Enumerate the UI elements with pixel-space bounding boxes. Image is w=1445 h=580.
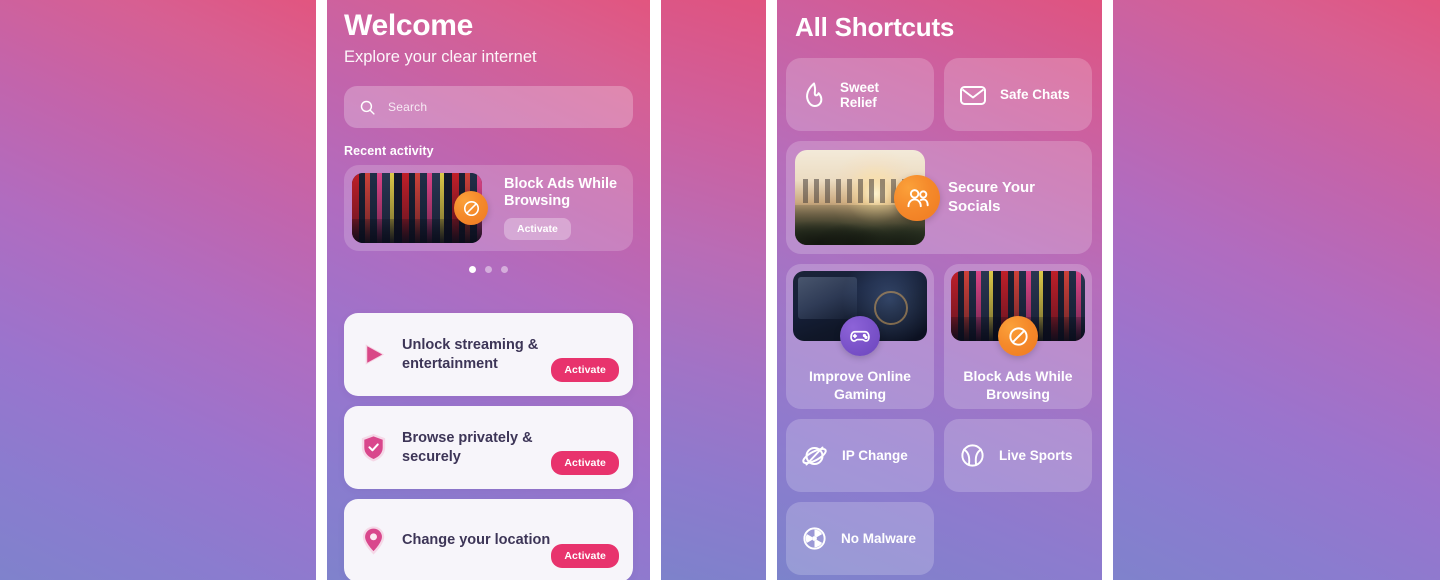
screenshot-stage: Welcome Explore your clear internet Sear… — [0, 0, 1445, 580]
tile-label: Secure Your Socials — [948, 178, 1035, 215]
radiation-icon — [801, 525, 828, 552]
list-item-privacy[interactable]: Browse privately & securely Activate — [344, 406, 633, 490]
tile-label: Safe Chats — [1000, 87, 1070, 102]
carousel-dot-1[interactable] — [469, 266, 476, 274]
tile-label: Block Ads While Browsing — [963, 368, 1073, 402]
tile-label: Sweet Relief — [840, 79, 880, 110]
tile-ip-change[interactable]: IP Change — [786, 419, 934, 492]
home-screen: Welcome Explore your clear internet Sear… — [327, 0, 650, 580]
globe-slash-icon — [801, 443, 829, 469]
flame-icon — [801, 81, 827, 109]
tile-label: IP Change — [842, 448, 908, 463]
list-item-label: Unlock streaming & entertainment — [402, 337, 539, 372]
tile-sweet-relief[interactable]: Sweet Relief — [786, 58, 934, 131]
list-item-streaming[interactable]: Unlock streaming & entertainment Activat… — [344, 313, 633, 397]
location-pin-icon — [357, 525, 390, 556]
carousel-dots[interactable] — [344, 266, 633, 274]
people-icon — [894, 175, 940, 221]
block-circle-icon — [454, 191, 488, 226]
tile-live-sports[interactable]: Live Sports — [944, 419, 1092, 492]
envelope-icon — [959, 83, 987, 107]
activate-button[interactable]: Activate — [551, 358, 619, 383]
shortcut-list: Unlock streaming & entertainment Activat… — [344, 313, 633, 580]
panel-divider-4 — [1102, 0, 1113, 580]
recent-activity-label: Recent activity — [344, 144, 434, 159]
recent-activity-card[interactable]: Block Ads While Browsing Activate — [344, 165, 633, 252]
list-item-label: Browse privately & securely — [402, 430, 533, 465]
shield-check-icon — [357, 432, 390, 463]
list-item-location[interactable]: Change your location Activate — [344, 499, 633, 580]
tile-no-malware[interactable]: No Malware — [786, 502, 934, 575]
background-gradient-middle — [661, 0, 766, 580]
play-icon — [357, 339, 390, 370]
carousel-dot-2[interactable] — [485, 266, 492, 274]
tile-label: Live Sports — [999, 448, 1073, 463]
list-item-label: Change your location — [402, 532, 551, 549]
panel-divider-2 — [650, 0, 661, 580]
activate-button[interactable]: Activate — [551, 544, 619, 569]
panel-divider-1 — [316, 0, 327, 580]
tennis-ball-icon — [959, 442, 986, 469]
search-input[interactable]: Search — [344, 86, 633, 129]
background-gradient-right — [1113, 0, 1440, 580]
tile-improve-gaming[interactable]: Improve Online Gaming — [786, 264, 934, 409]
tile-block-ads[interactable]: Block Ads While Browsing — [944, 264, 1092, 409]
search-placeholder: Search — [388, 100, 428, 115]
tile-label: No Malware — [841, 531, 917, 546]
background-gradient-left — [0, 0, 316, 580]
search-icon — [359, 99, 376, 116]
gamepad-icon — [840, 316, 880, 356]
tile-secure-socials[interactable]: Secure Your Socials — [786, 141, 1092, 254]
panel-divider-3 — [766, 0, 777, 580]
all-shortcuts-screen: All Shortcuts Sweet Relief Safe Chats Se… — [777, 0, 1102, 580]
tile-label: Improve Online Gaming — [809, 368, 911, 402]
recent-card-title: Block Ads While Browsing — [504, 175, 618, 210]
recent-activate-button[interactable]: Activate — [504, 218, 571, 241]
block-circle-icon — [998, 316, 1038, 356]
activate-button[interactable]: Activate — [551, 451, 619, 476]
page-title: Welcome — [344, 9, 474, 42]
page-subtitle: Explore your clear internet — [344, 48, 537, 67]
shortcuts-grid: Sweet Relief Safe Chats Secure Your Soci… — [786, 58, 1093, 575]
shortcuts-page-title: All Shortcuts — [795, 12, 955, 42]
carousel-dot-3[interactable] — [501, 266, 508, 274]
tile-safe-chats[interactable]: Safe Chats — [944, 58, 1092, 131]
